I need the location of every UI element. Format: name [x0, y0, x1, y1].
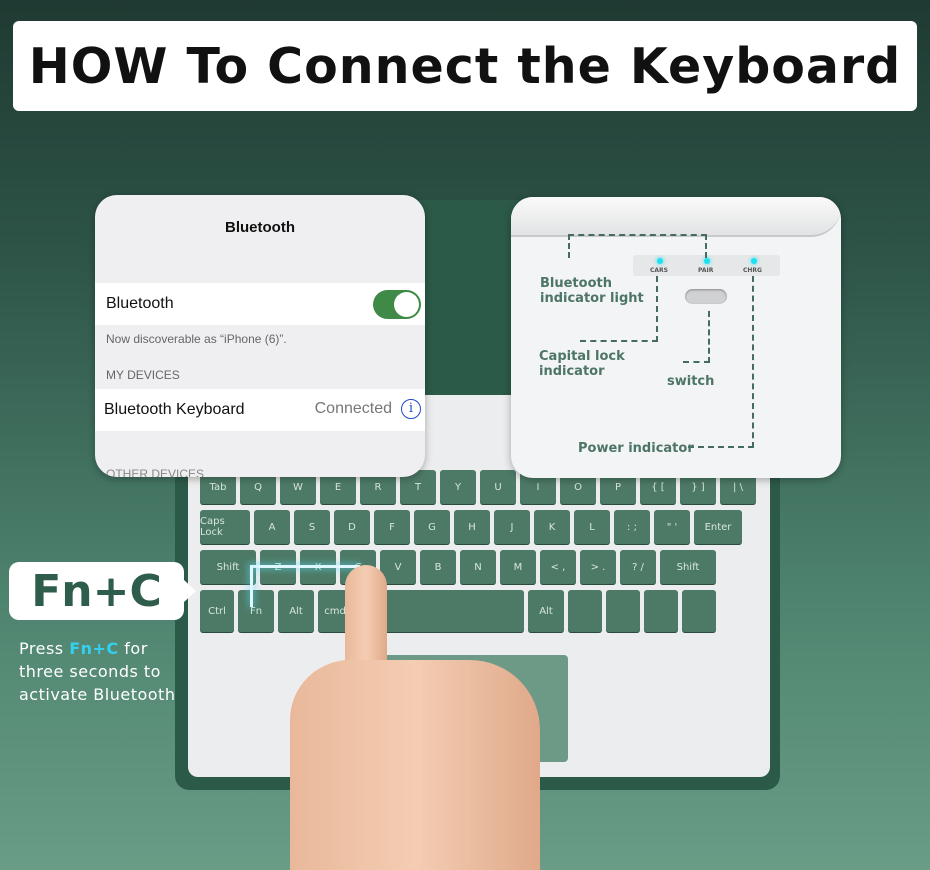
key[interactable]: Y — [440, 470, 476, 504]
key[interactable]: Caps Lock — [200, 510, 250, 544]
key-row: Ctrl Fn Alt cmd Alt — [200, 590, 716, 632]
key[interactable] — [606, 590, 640, 632]
key[interactable]: G — [414, 510, 450, 544]
key[interactable]: " ' — [654, 510, 690, 544]
key[interactable]: Fn — [238, 590, 274, 632]
text: for — [124, 639, 148, 658]
bluetooth-indicator-label: Bluetooth indicator light — [540, 276, 644, 306]
bluetooth-settings-panel: Bluetooth Bluetooth Now discoverable as … — [95, 195, 425, 477]
key[interactable]: Enter — [694, 510, 742, 544]
key[interactable]: S — [294, 510, 330, 544]
key[interactable] — [568, 590, 602, 632]
device-name: Bluetooth Keyboard — [104, 401, 245, 418]
leader-line — [568, 234, 707, 258]
highlight-line — [250, 565, 253, 607]
led-cars — [657, 258, 663, 264]
key[interactable]: K — [534, 510, 570, 544]
key[interactable]: A — [254, 510, 290, 544]
combo-highlight: Fn+C — [69, 639, 119, 658]
section-label: MY DEVICES — [106, 368, 180, 382]
key[interactable]: : ; — [614, 510, 650, 544]
device-row[interactable]: Bluetooth Keyboard Connected i — [95, 389, 425, 431]
key[interactable]: J — [494, 510, 530, 544]
key[interactable]: > . — [580, 550, 616, 584]
text: activate Bluetooth — [19, 685, 176, 704]
key[interactable]: Shift — [200, 550, 256, 584]
panel-header: Bluetooth — [225, 219, 295, 236]
key[interactable]: B — [420, 550, 456, 584]
leader-line — [688, 276, 754, 448]
led-pair — [704, 258, 710, 264]
key[interactable]: M — [500, 550, 536, 584]
text: Press — [19, 639, 64, 658]
key[interactable]: L — [574, 510, 610, 544]
highlight-line — [250, 565, 360, 568]
bluetooth-toggle[interactable] — [373, 290, 421, 319]
key[interactable]: Alt — [528, 590, 564, 632]
instruction-text: Press Fn+C for three seconds to activate… — [19, 637, 175, 706]
indicator-panel: CARS PAIR CHRG Bluetooth indicator light… — [511, 197, 841, 478]
key[interactable]: Alt — [278, 590, 314, 632]
key[interactable] — [682, 590, 716, 632]
discoverable-note: Now discoverable as “iPhone (6)”. — [106, 332, 287, 346]
device-status: Connected — [314, 400, 392, 417]
toggle-label: Bluetooth — [106, 295, 174, 312]
switch-label: switch — [667, 374, 715, 389]
key-row: Caps Lock A S D F G H J K L: ; " ' Enter — [200, 510, 742, 544]
key[interactable]: < , — [540, 550, 576, 584]
key[interactable]: Shift — [660, 550, 716, 584]
key[interactable]: H — [454, 510, 490, 544]
key[interactable]: Ctrl — [200, 590, 234, 632]
page-title: HOW To Connect the Keyboard — [28, 37, 902, 95]
bluetooth-toggle-row: Bluetooth — [95, 283, 425, 325]
key[interactable] — [644, 590, 678, 632]
text: three seconds to — [19, 662, 161, 681]
key[interactable]: F — [374, 510, 410, 544]
title-banner: HOW To Connect the Keyboard — [13, 21, 917, 111]
keyboard-edge — [511, 197, 841, 237]
led-label: CHRG — [743, 267, 762, 274]
info-icon[interactable]: i — [401, 399, 421, 419]
led-label: PAIR — [698, 267, 714, 274]
key[interactable]: ? / — [620, 550, 656, 584]
fn-c-callout: Fn+C — [9, 562, 196, 620]
led-label: CARS — [650, 267, 668, 274]
hand — [290, 660, 540, 870]
combo-label: Fn+C — [31, 565, 162, 617]
key[interactable]: D — [334, 510, 370, 544]
caps-indicator-label: Capital lock indicator — [539, 349, 625, 379]
other-devices-label: OTHER DEVICES — [106, 467, 205, 477]
power-indicator-label: Power indicator — [578, 441, 694, 456]
key[interactable]: U — [480, 470, 516, 504]
key[interactable]: N — [460, 550, 496, 584]
led-chrg — [751, 258, 757, 264]
